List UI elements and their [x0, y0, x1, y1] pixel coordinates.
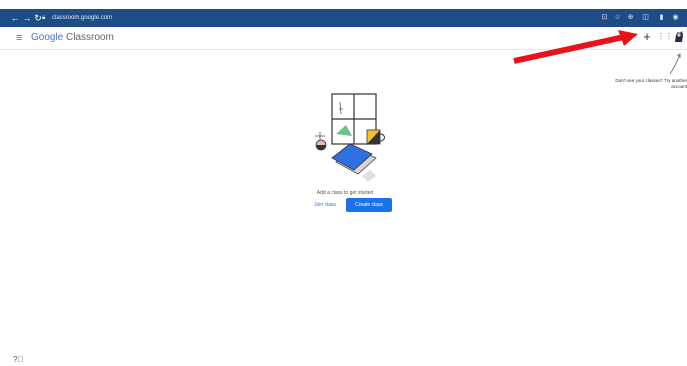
browser-toolbar: ← → ↻ 🔒︎ classroom.google.com ⊡ ☆ ⊕ ◫ ▮ …	[0, 9, 687, 27]
annotation-arrow	[513, 30, 638, 64]
plus-icon[interactable]: +	[641, 30, 653, 44]
empty-state-illustration	[315, 93, 385, 182]
back-arrow-icon[interactable]: ←	[10, 12, 20, 24]
empty-state-message: Add a class to get started	[316, 190, 374, 196]
window-top-strip	[0, 0, 687, 9]
forward-arrow-icon[interactable]: →	[22, 12, 32, 24]
create-class-button[interactable]: Create class	[346, 198, 392, 212]
app-logo[interactable]: Google Classroom	[31, 32, 114, 44]
star-icon[interactable]: ☆	[613, 13, 622, 22]
join-class-button[interactable]: Join class	[308, 199, 342, 211]
account-tooltip: Don't see your classes? Try another acco…	[615, 78, 687, 89]
install-icon[interactable]: ⊡	[600, 13, 609, 22]
sidebar-icon[interactable]: ▮	[657, 13, 666, 22]
hamburger-menu-icon[interactable]: ≡	[16, 32, 22, 44]
apps-grid-icon[interactable]: ⋮⋮⋮	[657, 31, 681, 43]
site-info-icon[interactable]: 🔒︎	[42, 12, 45, 24]
address-bar[interactable]: classroom.google.com	[52, 12, 112, 24]
brand-product: Classroom	[63, 32, 114, 43]
extension-icon[interactable]: ⊕	[626, 13, 635, 22]
puzzle-icon[interactable]: ◫	[641, 13, 650, 22]
brand-google: Google	[31, 32, 64, 43]
help-icon[interactable]: ?⃝	[13, 355, 23, 364]
profile-icon[interactable]: ◉	[671, 13, 680, 22]
avatar[interactable]	[672, 29, 686, 44]
tooltip-pointer-icon	[669, 53, 681, 75]
